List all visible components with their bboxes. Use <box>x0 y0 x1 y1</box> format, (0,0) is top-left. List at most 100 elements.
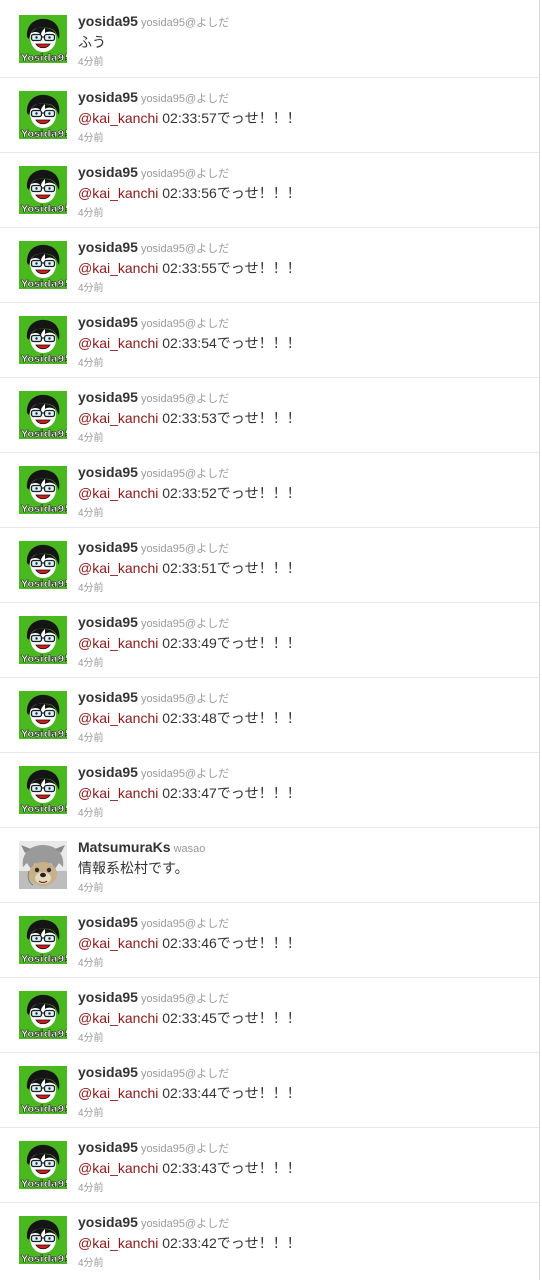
tweet-body: 02:33:46でっせ！！！ <box>158 935 301 951</box>
yosida-avatar[interactable]: Yosida95 <box>19 766 67 814</box>
tweet-body: 02:33:45でっせ！！！ <box>158 1010 301 1026</box>
screen-name-link[interactable]: yosida95 <box>78 1139 138 1155</box>
screen-name-link[interactable]: yosida95 <box>78 539 138 555</box>
yosida-avatar[interactable]: Yosida95 <box>19 541 67 589</box>
timestamp-link[interactable]: 4分前 <box>78 1254 104 1269</box>
tweet-body: ふう <box>78 34 106 50</box>
tweet-text: @kai_kanchi 02:33:49でっせ！！！ <box>78 633 301 653</box>
timestamp-link[interactable]: 4分前 <box>78 1179 104 1194</box>
screen-name-link[interactable]: yosida95 <box>78 314 138 330</box>
timestamp-link[interactable]: 4分前 <box>78 1029 104 1044</box>
timestamp-link[interactable]: 4分前 <box>78 579 104 594</box>
timestamp-link[interactable]: 4分前 <box>78 204 104 219</box>
timestamp-link[interactable]: 4分前 <box>78 1104 104 1119</box>
screen-name-link[interactable]: yosida95 <box>78 989 138 1005</box>
timestamp-link[interactable]: 4分前 <box>78 954 104 969</box>
tweet-text: @kai_kanchi 02:33:55でっせ！！！ <box>78 258 301 278</box>
tweet-header: yosida95 yosida95@よしだ <box>78 914 529 932</box>
mention-link[interactable]: @kai_kanchi <box>78 560 158 576</box>
yosida-avatar[interactable]: Yosida95 <box>19 15 67 63</box>
mention-link[interactable]: @kai_kanchi <box>78 1160 158 1176</box>
tweet-text: ふう <box>78 32 106 52</box>
tweet-body: 02:33:54でっせ！！！ <box>158 335 301 351</box>
screen-name-link[interactable]: yosida95 <box>78 689 138 705</box>
screen-name-link[interactable]: yosida95 <box>78 614 138 630</box>
full-name: yosida95@よしだ <box>140 1143 230 1155</box>
mention-link[interactable]: @kai_kanchi <box>78 635 158 651</box>
screen-name-link[interactable]: yosida95 <box>78 464 138 480</box>
full-name: yosida95@よしだ <box>140 693 230 705</box>
yosida-avatar[interactable]: Yosida95 <box>19 241 67 289</box>
tweet-text: @kai_kanchi 02:33:46でっせ！！！ <box>78 933 301 953</box>
screen-name-link[interactable]: yosida95 <box>78 13 138 29</box>
timestamp-link[interactable]: 4分前 <box>78 654 104 669</box>
svg-text:Yosida95: Yosida95 <box>20 1179 67 1189</box>
mention-link[interactable]: @kai_kanchi <box>78 710 158 726</box>
tweet-item: MatsumuraKs wasao 情報系松村です。 4分前 <box>0 827 539 902</box>
tweet-header: yosida95 yosida95@よしだ <box>78 314 529 332</box>
mention-link[interactable]: @kai_kanchi <box>78 785 158 801</box>
tweet-text: @kai_kanchi 02:33:57でっせ！！！ <box>78 108 301 128</box>
yosida-avatar[interactable]: Yosida95 <box>19 691 67 739</box>
timestamp-link[interactable]: 4分前 <box>78 504 104 519</box>
yosida-avatar[interactable]: Yosida95 <box>19 91 67 139</box>
tweet-header: yosida95 yosida95@よしだ <box>78 13 529 31</box>
svg-text:Yosida95: Yosida95 <box>20 654 67 664</box>
yosida-avatar[interactable]: Yosida95 <box>19 1066 67 1114</box>
mention-link[interactable]: @kai_kanchi <box>78 260 158 276</box>
mention-link[interactable]: @kai_kanchi <box>78 185 158 201</box>
timestamp-link[interactable]: 4分前 <box>78 354 104 369</box>
tweet-body: 02:33:55でっせ！！！ <box>158 260 301 276</box>
mention-link[interactable]: @kai_kanchi <box>78 1010 158 1026</box>
screen-name-link[interactable]: yosida95 <box>78 914 138 930</box>
yosida-avatar[interactable]: Yosida95 <box>19 616 67 664</box>
svg-text:Yosida95: Yosida95 <box>20 1029 67 1039</box>
mention-link[interactable]: @kai_kanchi <box>78 410 158 426</box>
yosida-avatar[interactable]: Yosida95 <box>19 1141 67 1189</box>
tweet-item: Yosida95 yosida95 yosida95@よしだ @kai_kanchi… <box>0 227 539 302</box>
timestamp-link[interactable]: 4分前 <box>78 429 104 444</box>
timestamp-link[interactable]: 4分前 <box>78 879 104 894</box>
svg-text:Yosida95: Yosida95 <box>20 204 67 214</box>
screen-name-link[interactable]: yosida95 <box>78 1214 138 1230</box>
mention-link[interactable]: @kai_kanchi <box>78 1085 158 1101</box>
svg-text:Yosida95: Yosida95 <box>20 729 67 739</box>
tweet-item: Yosida95 yosida95 yosida95@よしだ @kai_kanchi… <box>0 977 539 1052</box>
screen-name-link[interactable]: yosida95 <box>78 239 138 255</box>
screen-name-link[interactable]: yosida95 <box>78 1064 138 1080</box>
screen-name-link[interactable]: yosida95 <box>78 164 138 180</box>
mention-link[interactable]: @kai_kanchi <box>78 485 158 501</box>
mention-link[interactable]: @kai_kanchi <box>78 335 158 351</box>
mention-link[interactable]: @kai_kanchi <box>78 110 158 126</box>
timestamp-link[interactable]: 4分前 <box>78 279 104 294</box>
tweet-body: 02:33:44でっせ！！！ <box>158 1085 301 1101</box>
mention-link[interactable]: @kai_kanchi <box>78 1235 158 1251</box>
tweet-text: @kai_kanchi 02:33:43でっせ！！！ <box>78 1158 301 1178</box>
yosida-avatar[interactable]: Yosida95 <box>19 391 67 439</box>
yosida-avatar[interactable]: Yosida95 <box>19 1216 67 1264</box>
timestamp-link[interactable]: 4分前 <box>78 53 104 68</box>
yosida-avatar[interactable]: Yosida95 <box>19 991 67 1039</box>
tweet-item: Yosida95 yosida95 yosida95@よしだ @kai_kanchi… <box>0 902 539 977</box>
tweet-item: Yosida95 yosida95 yosida95@よしだ @kai_kanchi… <box>0 1202 539 1277</box>
screen-name-link[interactable]: MatsumuraKs <box>78 839 171 855</box>
tweet-text: @kai_kanchi 02:33:42でっせ！！！ <box>78 1233 301 1253</box>
screen-name-link[interactable]: yosida95 <box>78 389 138 405</box>
screen-name-link[interactable]: yosida95 <box>78 89 138 105</box>
yosida-avatar[interactable]: Yosida95 <box>19 466 67 514</box>
timestamp-link[interactable]: 4分前 <box>78 129 104 144</box>
tweet-item: Yosida95 yosida95 yosida95@よしだ @kai_kanchi… <box>0 302 539 377</box>
tweet-item: Yosida95 yosida95 yosida95@よしだ @kai_kanchi… <box>0 602 539 677</box>
yosida-avatar[interactable]: Yosida95 <box>19 916 67 964</box>
tweet-item: Yosida95 yosida95 yosida95@よしだ @kai_kanchi… <box>0 452 539 527</box>
yosida-avatar[interactable]: Yosida95 <box>19 316 67 364</box>
tweet-header: yosida95 yosida95@よしだ <box>78 1064 529 1082</box>
timestamp-link[interactable]: 4分前 <box>78 804 104 819</box>
yosida-avatar[interactable]: Yosida95 <box>19 166 67 214</box>
screen-name-link[interactable]: yosida95 <box>78 764 138 780</box>
tweet-body: 02:33:51でっせ！！！ <box>158 560 301 576</box>
mention-link[interactable]: @kai_kanchi <box>78 935 158 951</box>
matsumura-avatar[interactable] <box>19 841 67 889</box>
timestamp-link[interactable]: 4分前 <box>78 729 104 744</box>
tweet-item: Yosida95 yosida95 yosida95@よしだ @kai_kanchi… <box>0 77 539 152</box>
